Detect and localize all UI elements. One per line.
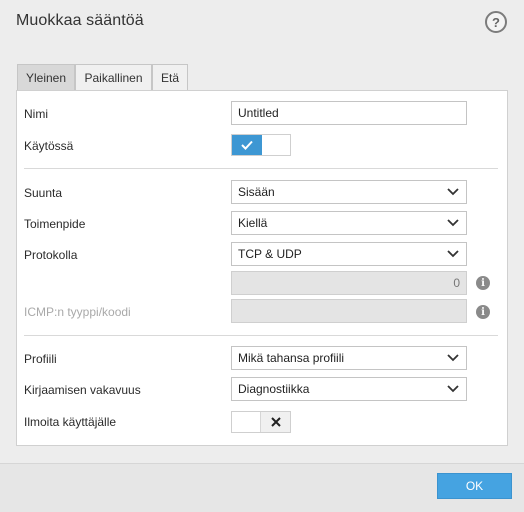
- name-input[interactable]: Untitled: [231, 101, 467, 125]
- protocol-number-value: 0: [453, 276, 460, 290]
- direction-select[interactable]: Sisään: [231, 180, 467, 204]
- section-divider: [24, 168, 498, 169]
- info-icon[interactable]: i: [476, 305, 490, 319]
- protocol-number-input: 0: [231, 271, 467, 295]
- log-severity-value: Diagnostiikka: [238, 382, 310, 396]
- icmp-label: ICMP:n tyyppi/koodi: [24, 305, 131, 319]
- protocol-value: TCP & UDP: [238, 247, 302, 261]
- chevron-down-icon: [446, 185, 460, 199]
- chevron-down-icon: [446, 216, 460, 230]
- name-input-value: Untitled: [238, 106, 279, 120]
- edit-rule-dialog: Muokkaa sääntöä ? Yleinen Paikallinen Et…: [0, 0, 524, 512]
- notify-user-label: Ilmoita käyttäjälle: [24, 415, 117, 429]
- action-value: Kiellä: [238, 216, 268, 230]
- name-label: Nimi: [24, 107, 48, 121]
- log-severity-label: Kirjaamisen vakavuus: [24, 383, 141, 397]
- protocol-select[interactable]: TCP & UDP: [231, 242, 467, 266]
- icmp-input: [231, 299, 467, 323]
- help-icon[interactable]: ?: [485, 11, 507, 33]
- profile-value: Mikä tahansa profiili: [238, 351, 345, 365]
- chevron-down-icon: [446, 351, 460, 365]
- section-divider: [24, 335, 498, 336]
- tab-remote[interactable]: Etä: [152, 64, 188, 90]
- chevron-down-icon: [446, 382, 460, 396]
- enabled-toggle[interactable]: [231, 134, 291, 156]
- info-icon[interactable]: i: [476, 276, 490, 290]
- enabled-label: Käytössä: [24, 139, 74, 153]
- action-select[interactable]: Kiellä: [231, 211, 467, 235]
- profile-select[interactable]: Mikä tahansa profiili: [231, 346, 467, 370]
- notify-user-toggle[interactable]: [231, 411, 291, 433]
- tab-local[interactable]: Paikallinen: [75, 64, 152, 90]
- direction-value: Sisään: [238, 185, 275, 199]
- log-severity-select[interactable]: Diagnostiikka: [231, 377, 467, 401]
- dialog-title: Muokkaa sääntöä: [16, 12, 144, 29]
- protocol-label: Protokolla: [24, 248, 78, 262]
- close-icon: [260, 412, 290, 432]
- action-label: Toimenpide: [24, 217, 86, 231]
- profile-label: Profiili: [24, 352, 57, 366]
- chevron-down-icon: [446, 247, 460, 261]
- tab-general[interactable]: Yleinen: [17, 64, 75, 91]
- ok-button[interactable]: OK: [437, 473, 512, 499]
- direction-label: Suunta: [24, 186, 63, 200]
- checkmark-icon: [232, 135, 262, 155]
